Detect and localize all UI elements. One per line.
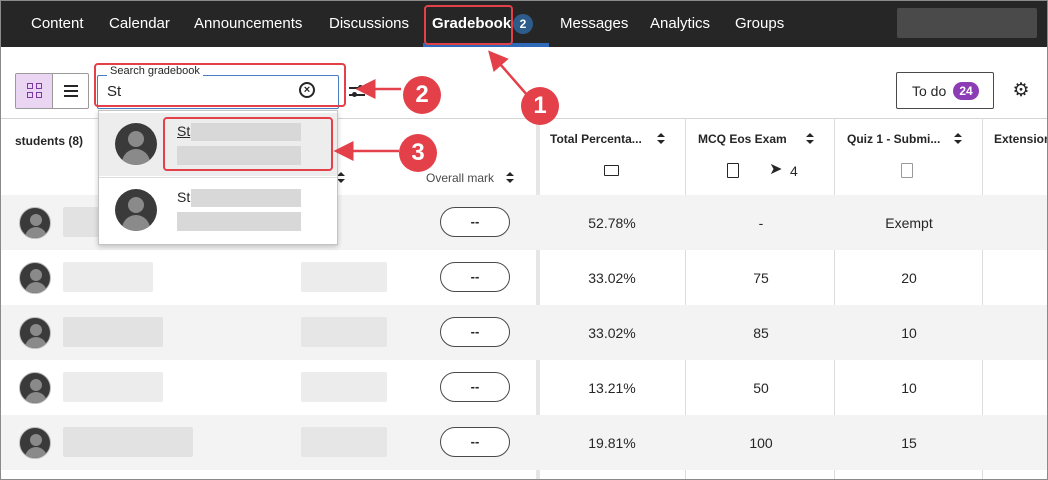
annotation-badge-1: 1 xyxy=(521,87,559,125)
gradebook-screen: Content Calendar Announcements Discussio… xyxy=(0,0,1048,480)
annotation-badge-2: 2 xyxy=(403,76,441,114)
annotation-arrows xyxy=(333,50,529,161)
annotation-badge-3: 3 xyxy=(399,134,437,172)
